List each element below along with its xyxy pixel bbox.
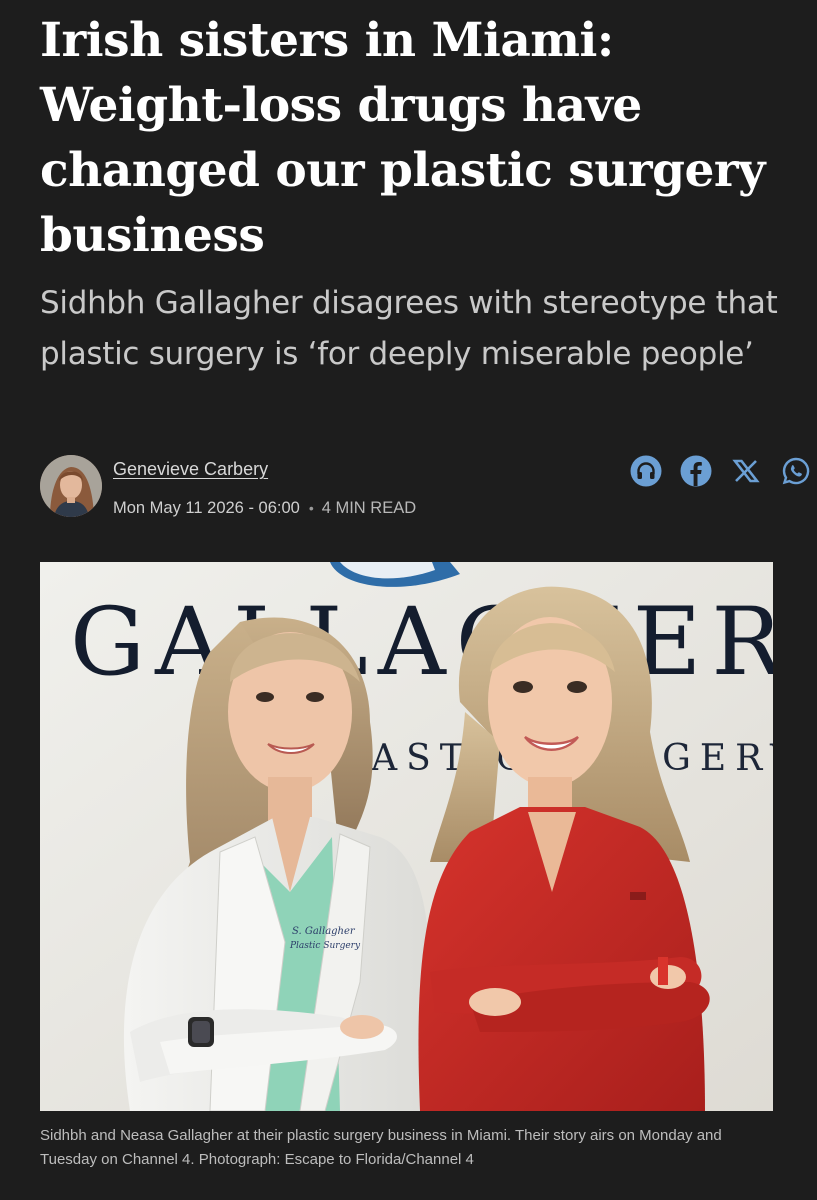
coat-embroidery-name: S. Gallagher xyxy=(292,926,356,937)
read-time: 4 MIN READ xyxy=(321,499,417,517)
author-name-link[interactable]: Genevieve Carbery xyxy=(113,459,268,480)
whatsapp-icon[interactable] xyxy=(780,455,812,487)
byline: Genevieve Carbery Mon May 11 2026 - 06:0… xyxy=(40,455,817,525)
photo-caption: Sidhbh and Neasa Gallagher at their plas… xyxy=(40,1127,722,1168)
headline: Irish sisters in Miami: Weight-loss drug… xyxy=(40,13,765,263)
article-meta: Mon May 11 2026 - 06:00 • 4 MIN READ xyxy=(113,499,416,518)
meta-separator: • xyxy=(308,500,314,516)
article-header: Irish sisters in Miami: Weight-loss drug… xyxy=(40,0,780,380)
facebook-icon[interactable] xyxy=(680,455,712,487)
article-photo[interactable]: GALLAGHER PLASTIC SURGERY S. Gallagher P… xyxy=(40,562,773,1111)
publish-date: Mon May 11 2026 - 06:00 xyxy=(113,499,300,517)
coat-embroidery-title: Plastic Surgery xyxy=(289,941,361,951)
author-avatar[interactable] xyxy=(40,455,102,517)
sign-text: GALLAGHER xyxy=(70,588,773,697)
headphones-icon[interactable] xyxy=(630,455,662,487)
standfirst: Sidhbh Gallagher disagrees with stereoty… xyxy=(40,285,778,372)
x-icon[interactable] xyxy=(730,455,762,487)
